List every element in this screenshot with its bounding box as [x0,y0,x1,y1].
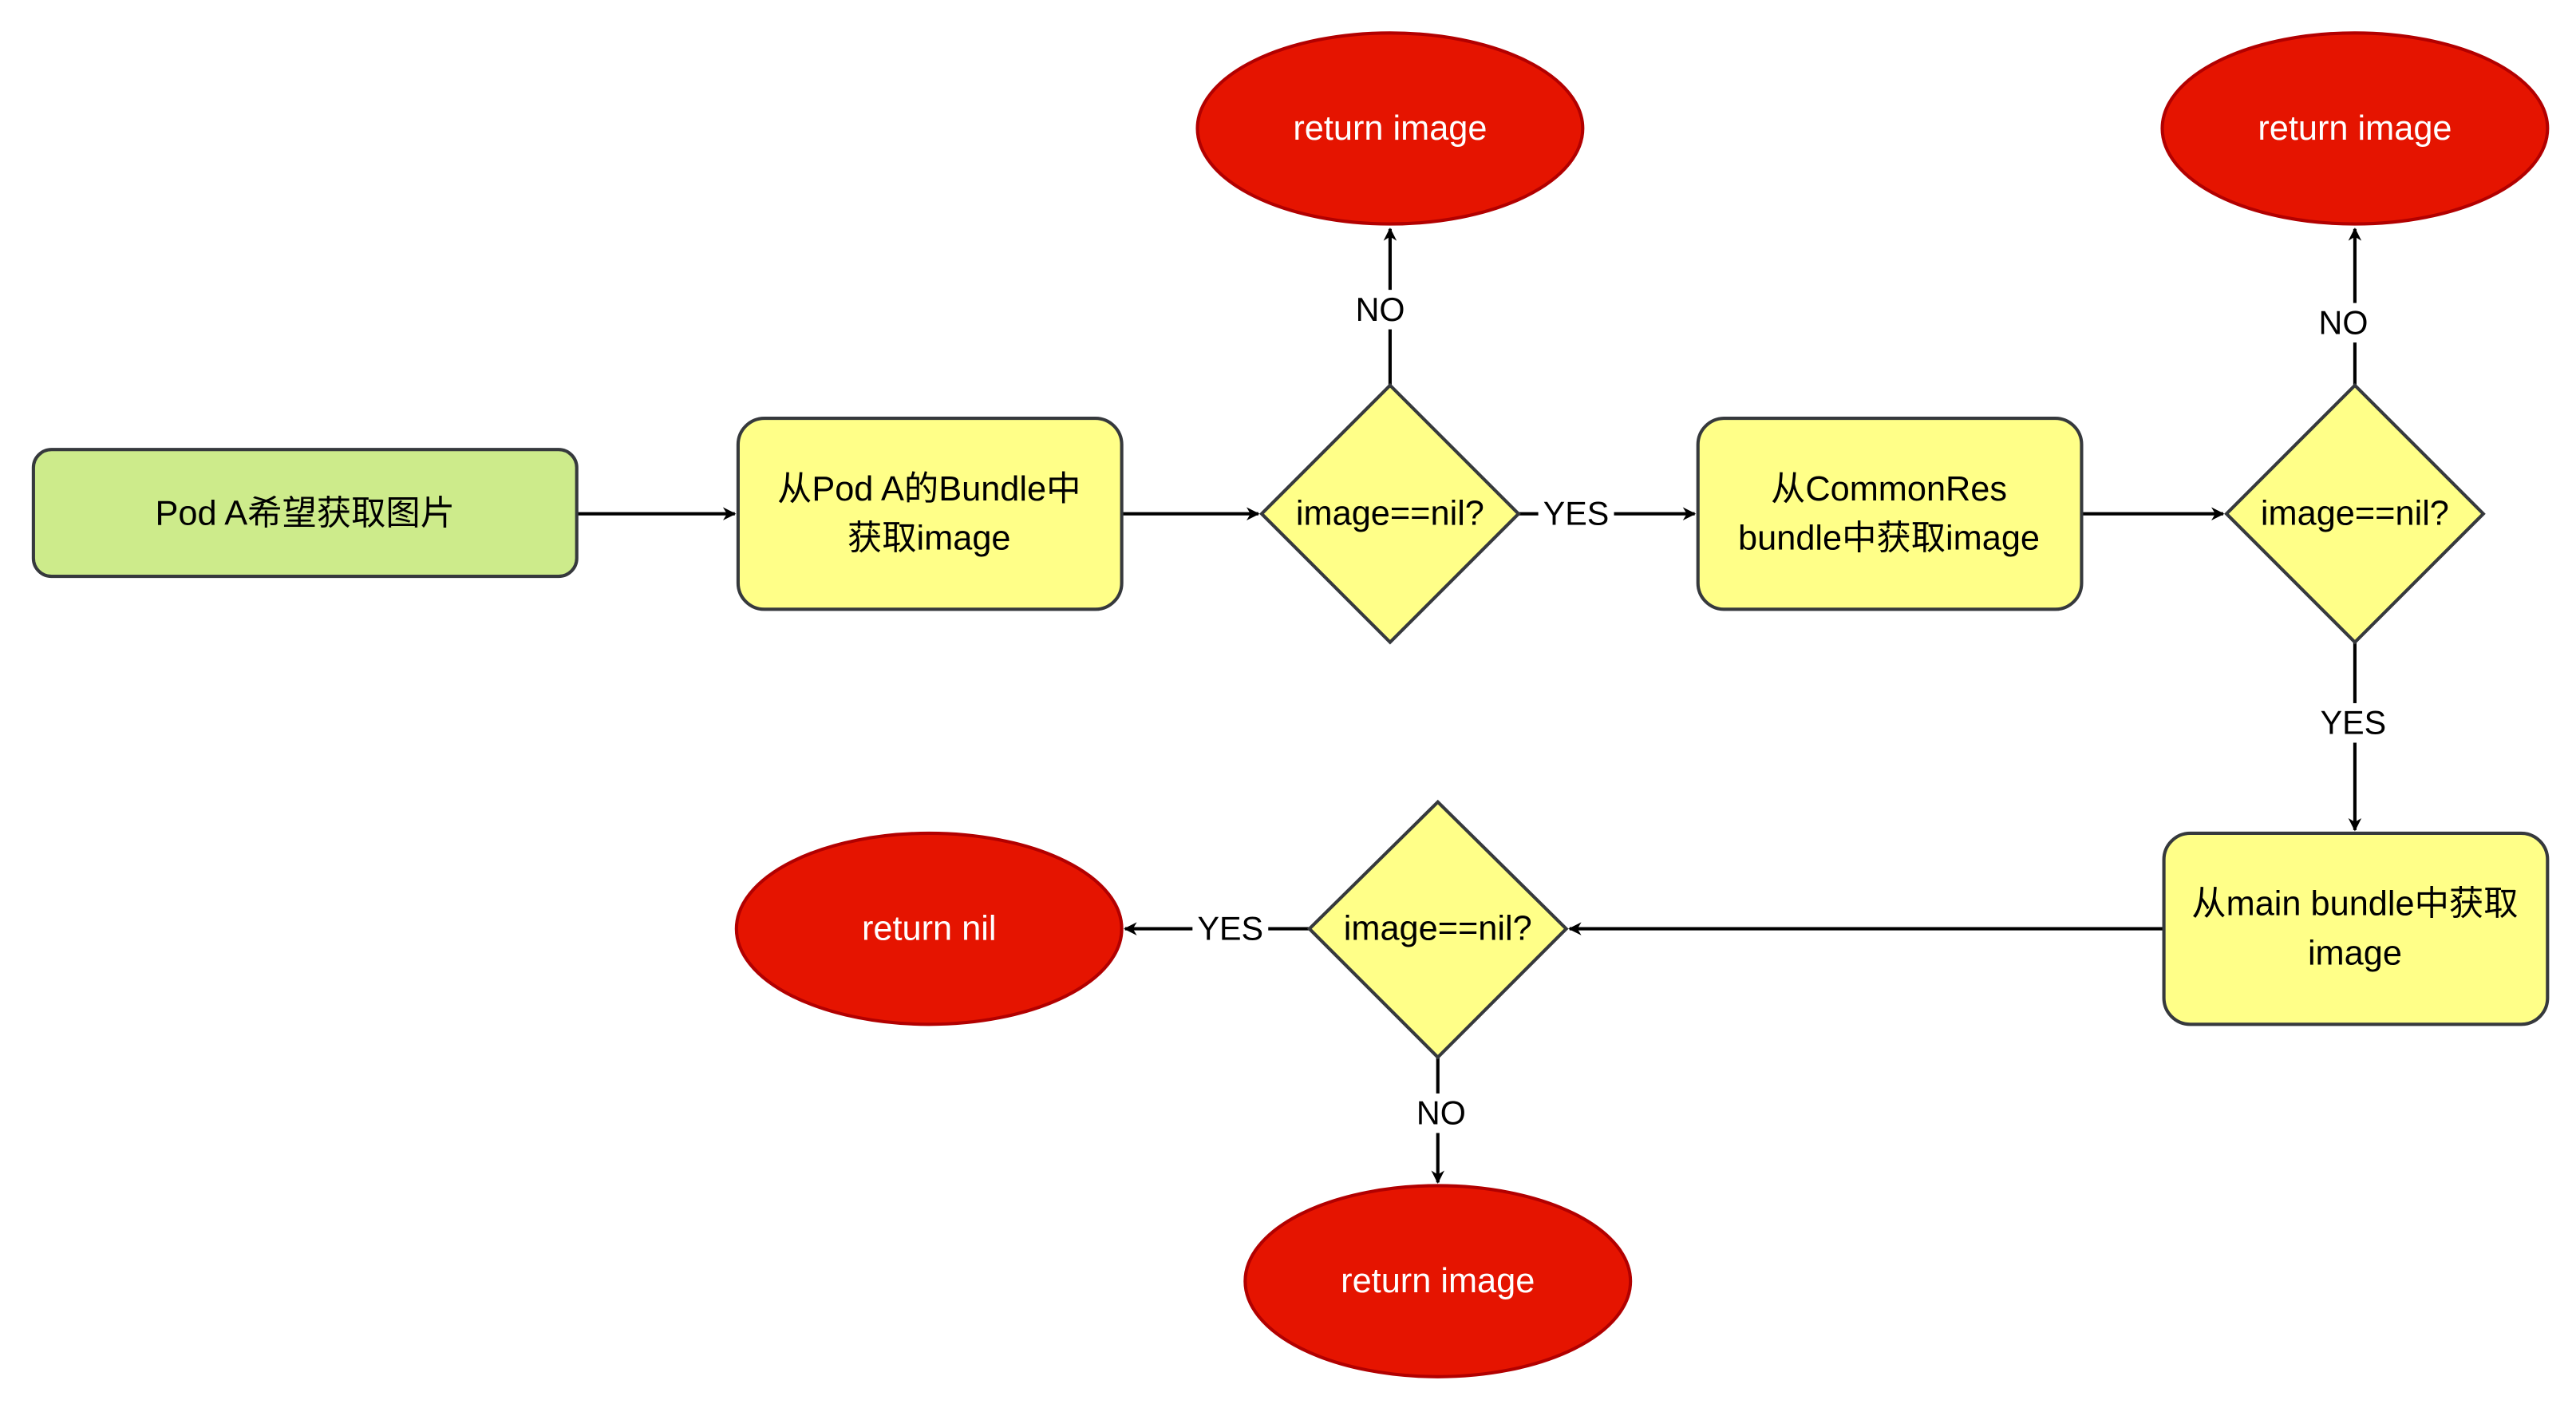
common-res-label-line2: bundle中获取image [1738,520,2040,558]
check2-label: image==nil? [2261,495,2449,533]
edge-label-check2-no: NO [2319,304,2369,341]
return-image-terminal-3: return image [1243,1184,1633,1378]
check3-decision: image==nil? [1306,799,1569,1060]
pod-bundle-label-line1: 从Pod A的Bundle中 [777,470,1081,508]
start-node-label: Pod A希望获取图片 [156,495,455,533]
edge-label-check3-no: NO [1416,1095,1466,1132]
start-node: Pod A希望获取图片 [31,448,579,579]
check1-decision: image==nil? [1259,382,1521,645]
main-bundle-node: 从main bundle中获取 image [2162,831,2550,1026]
check1-label: image==nil? [1296,495,1484,533]
check2-decision: image==nil? [2224,382,2486,645]
common-res-label-line1: 从CommonRes [1771,470,2007,508]
main-bundle-label-line2: image [2308,935,2402,973]
check3-label: image==nil? [1344,910,1532,948]
edge-label-check1-no: NO [1356,291,1405,328]
return-image-terminal-2: return image [2160,31,2550,226]
pod-bundle-node: 从Pod A的Bundle中 获取image [736,416,1124,611]
edge-label-check1-yes: YES [1543,496,1610,532]
return2-label: return image [2258,109,2452,148]
edge-label-check2-yes: YES [2321,705,2387,742]
main-bundle-label-line1: 从main bundle中获取 [2191,885,2518,924]
return-image-terminal-1: return image [1195,31,1585,226]
return-nil-terminal: return nil [734,831,1124,1026]
return3-label: return image [1341,1262,1535,1300]
flowchart: NO YES NO YES YES NO Pod A希望获取图片 从Pod A的… [31,31,2550,1378]
common-res-node: 从CommonRes bundle中获取image [1696,416,2084,611]
pod-bundle-label-line2: 获取image [847,520,1011,558]
return1-label: return image [1293,109,1487,148]
return-nil-label: return nil [862,910,997,948]
edge-label-check3-yes: YES [1198,911,1264,947]
